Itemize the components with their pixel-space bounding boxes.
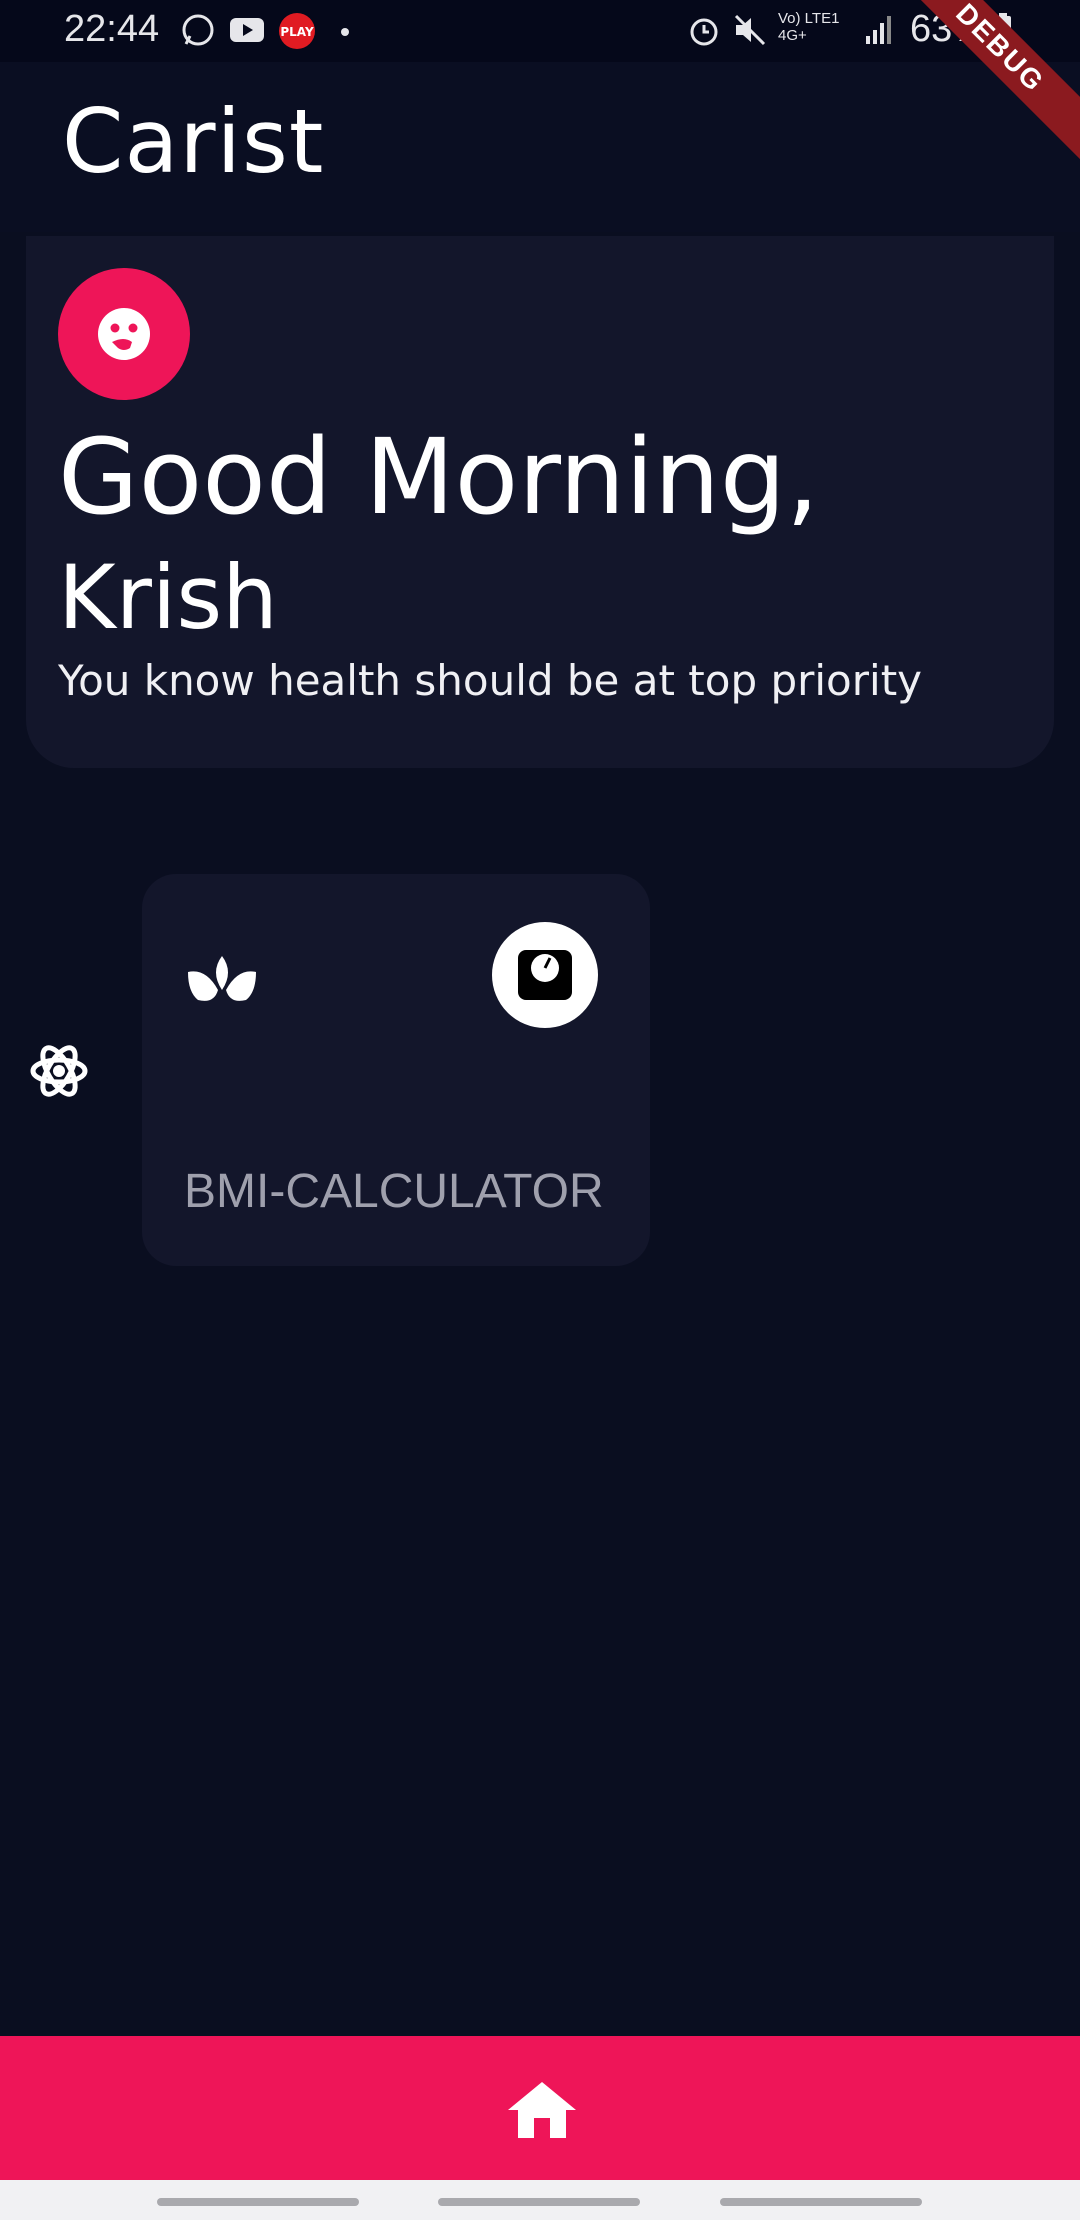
avatar[interactable]	[58, 268, 190, 400]
lotus-icon	[184, 950, 260, 1011]
network-label: Vo) LTE1 4G+	[778, 10, 840, 44]
alarm-icon	[686, 12, 722, 53]
app-title: Carist	[62, 90, 325, 193]
user-name: Krish	[58, 546, 278, 649]
nav-back[interactable]	[720, 2198, 922, 2206]
status-time: 22:44	[64, 8, 160, 50]
bottom-bar	[0, 2036, 1080, 2180]
greeting-text: Good Morning,	[58, 416, 820, 538]
dot-icon	[340, 24, 350, 42]
card-label: BMI-CALCULATOR	[184, 1165, 604, 1218]
signal-icon	[864, 12, 894, 53]
youtube-icon	[228, 12, 266, 53]
app-bar: Carist	[0, 62, 1080, 232]
settings-icon[interactable]	[28, 1040, 90, 1102]
mute-icon	[732, 12, 768, 53]
greeting-subtitle: You know health should be at top priorit…	[58, 656, 923, 705]
home-icon[interactable]	[506, 2078, 578, 2142]
face-icon	[98, 308, 150, 360]
status-bar: 22:44 PLAY Vo) LTE1 4G+ 63%	[0, 0, 1080, 62]
greeting-card: Good Morning, Krish You know health shou…	[26, 236, 1054, 768]
nav-home[interactable]	[438, 2198, 640, 2206]
whatsapp-icon	[180, 12, 216, 53]
bmi-calculator-card[interactable]: BMI-CALCULATOR	[142, 874, 650, 1266]
play-icon: PLAY	[278, 12, 316, 55]
nav-recents[interactable]	[157, 2198, 359, 2206]
system-nav-bar	[0, 2180, 1080, 2220]
scale-icon	[492, 922, 598, 1028]
svg-text:PLAY: PLAY	[280, 25, 314, 39]
